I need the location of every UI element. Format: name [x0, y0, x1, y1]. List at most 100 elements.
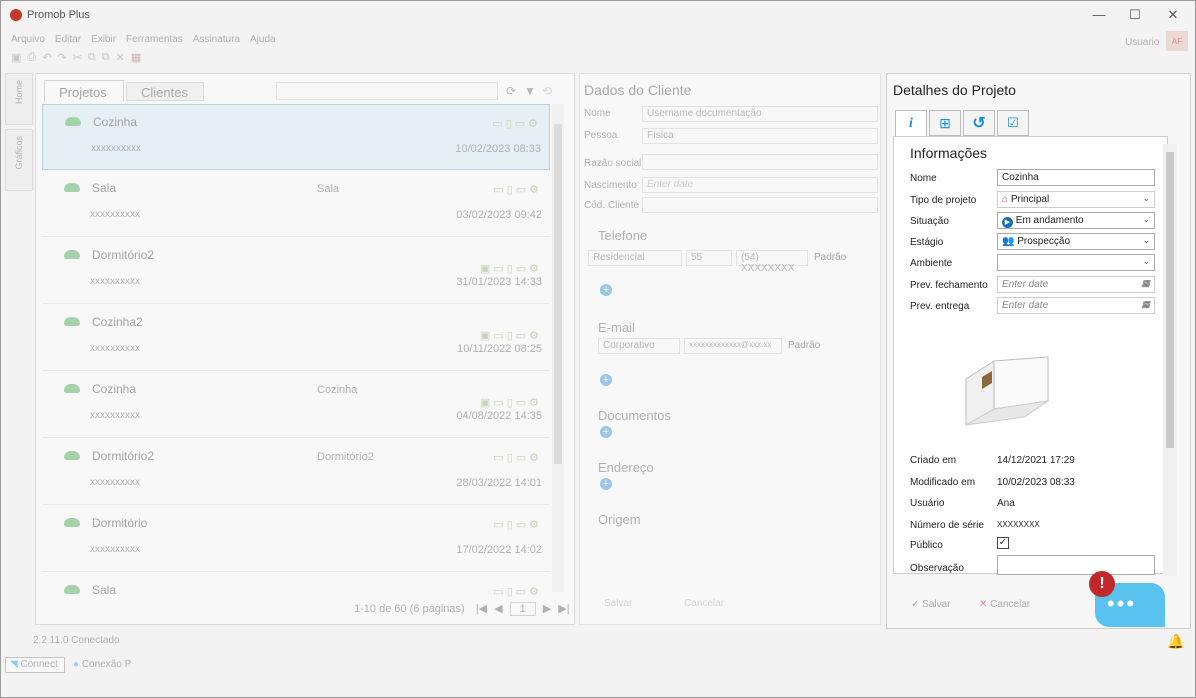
details-scrollbar[interactable]	[1163, 144, 1177, 576]
observacao-field[interactable]	[997, 555, 1155, 575]
next-page-icon[interactable]: ▶	[543, 603, 551, 615]
refresh-icon[interactable]: ⟳	[506, 84, 516, 98]
copy-icon[interactable]: ⧉	[88, 51, 96, 67]
telefone-num[interactable]: (54) XXXXXXXX	[736, 250, 808, 274]
tab-info[interactable]: i	[895, 110, 927, 138]
client-cancel-button[interactable]: Cancelar	[684, 598, 724, 609]
tab-clientes[interactable]: Clientes	[126, 82, 204, 101]
menu-editar[interactable]: Editar	[55, 34, 81, 48]
details-cancel-button[interactable]: ✕ Cancelar	[979, 599, 1030, 610]
situacao-select[interactable]: ▶ Em andamento ⌄	[997, 212, 1155, 229]
cut-icon[interactable]: ✂	[73, 51, 82, 67]
telefone-ddd[interactable]: 55	[686, 250, 732, 266]
table-row[interactable]: Cozinha2 ▣▭▯▭⚙ xxxxxxxxxx 10/11/2022 08:…	[42, 305, 550, 371]
email-tipo[interactable]: Corporativo	[598, 338, 680, 354]
tab-projetos[interactable]: Projetos	[44, 80, 124, 102]
table-row[interactable]: Sala ▭▯▭⚙	[42, 573, 550, 599]
serie-value: XXXXXXXX	[997, 520, 1040, 529]
details-save-button[interactable]: ✓ Salvar	[911, 599, 951, 610]
row-actions[interactable]: ▣▭▯▭⚙	[480, 396, 542, 409]
prev-entrega-field[interactable]: Enter date ▦	[997, 297, 1155, 314]
row-actions[interactable]: ▣▭▯▭⚙	[480, 262, 542, 275]
avatar[interactable]: AF	[1166, 31, 1188, 51]
first-page-icon[interactable]: |◀	[476, 603, 487, 615]
tab-structure[interactable]: ⊞	[929, 110, 961, 136]
alert-icon[interactable]: !	[1089, 571, 1115, 597]
sync-icon[interactable]: ⟲	[542, 84, 552, 98]
cod-field[interactable]	[642, 197, 878, 213]
paste-icon[interactable]: ⧉	[102, 51, 110, 67]
nome-label: Nome	[910, 173, 937, 184]
email-field[interactable]: xxxxxxxxxxxxx@xxx.xx	[684, 338, 782, 354]
dots-icon: •••	[1107, 591, 1137, 616]
table-row[interactable]: Dormitório2 Dormitório2 ▭▯▭⚙ xxxxxxxxxx …	[42, 439, 550, 505]
menu-bar: Arquivo Editar Exibir Ferramentas Assina…	[11, 34, 276, 48]
tipo-select[interactable]: ⌂ Principal ⌄	[997, 191, 1155, 208]
palette-icon[interactable]: ▦	[131, 51, 141, 67]
usuario-label: Usuário	[910, 498, 945, 509]
ambiente-select[interactable]: ⌄	[997, 254, 1155, 271]
minimize-button[interactable]: —	[1089, 7, 1109, 22]
undo-icon[interactable]: ↶	[42, 51, 51, 67]
row-actions[interactable]: ▭▯▭⚙	[493, 585, 542, 598]
nascimento-field[interactable]: Enter date	[642, 177, 878, 193]
save-icon[interactable]: ▣	[11, 51, 21, 67]
filter-icon[interactable]: ▼	[524, 84, 536, 98]
prev-page-icon[interactable]: ◀	[494, 603, 502, 615]
calendar-icon[interactable]: ▦	[1141, 299, 1150, 310]
endereco-section: Endereço	[598, 460, 654, 475]
table-row[interactable]: Dormitório2 ▣▭▯▭⚙ xxxxxxxxxx 31/01/2023 …	[42, 238, 550, 304]
add-telefone-icon[interactable]: +	[600, 284, 612, 296]
row-actions[interactable]: ▭▯▭⚙	[493, 451, 542, 464]
menu-ajuda[interactable]: Ajuda	[250, 34, 276, 48]
project-name-field[interactable]: Cozinha	[997, 169, 1155, 186]
add-documento-icon[interactable]: +	[600, 426, 612, 438]
close-button[interactable]: ✕	[1163, 7, 1183, 23]
projects-scrollbar[interactable]	[552, 104, 564, 592]
prev-fechamento-field[interactable]: Enter date ▦	[997, 276, 1155, 293]
connect-button[interactable]: ◥ Connect	[5, 657, 65, 673]
publico-checkbox[interactable]: ✓	[997, 537, 1009, 549]
add-endereco-icon[interactable]: +	[600, 478, 612, 490]
menu-assinatura[interactable]: Assinatura	[193, 34, 240, 48]
print-icon[interactable]: ⎙	[27, 51, 36, 67]
row-actions[interactable]: ▭▯▭⚙	[493, 518, 542, 531]
page-input[interactable]: 1	[509, 602, 536, 616]
bell-icon[interactable]: 🔔	[1167, 633, 1184, 650]
table-row[interactable]: Sala Sala ▭▯▭⚙ xxxxxxxxxx 03/02/2023 09:…	[42, 171, 550, 237]
last-page-icon[interactable]: ▶|	[558, 603, 569, 615]
project-details-panel: Detalhes do Projeto i ⊞ ↺ ☑ Informações …	[886, 73, 1191, 629]
client-save-button[interactable]: Salvar	[604, 598, 632, 609]
menu-arquivo[interactable]: Arquivo	[11, 34, 45, 48]
row-actions[interactable]: ▭▯▭⚙	[492, 117, 541, 130]
side-tab-home[interactable]: Home	[5, 73, 33, 125]
delete-icon[interactable]: ✕	[116, 51, 125, 67]
pessoa-select[interactable]: Física	[642, 128, 878, 144]
maximize-button[interactable]: ☐	[1125, 7, 1145, 23]
table-row[interactable]: Cozinha Cozinha ▣▭▯▭⚙ xxxxxxxxxx 04/08/2…	[42, 372, 550, 438]
menu-ferramentas[interactable]: Ferramentas	[126, 34, 183, 48]
redo-icon[interactable]: ↷	[57, 51, 66, 67]
client-name-field[interactable]: Username documentação	[642, 106, 878, 122]
estagio-select[interactable]: 👥 Prospecção ⌄	[997, 233, 1155, 250]
modificado-value: 10/02/2023 08:33	[997, 477, 1075, 488]
project-user: xxxxxxxxxx	[90, 477, 140, 488]
project-name: Cozinha2	[92, 315, 143, 329]
telefone-tipo[interactable]: Residencial	[588, 250, 682, 266]
row-actions[interactable]: ▣▭▯▭⚙	[480, 329, 542, 342]
add-email-icon[interactable]: +	[600, 374, 612, 386]
menu-exibir[interactable]: Exibir	[91, 34, 116, 48]
tab-history[interactable]: ↺	[963, 110, 995, 136]
cloud-icon	[64, 250, 80, 259]
search-input[interactable]	[276, 82, 498, 100]
table-row[interactable]: Dormitório ▭▯▭⚙ xxxxxxxxxx 17/02/2022 14…	[42, 506, 550, 572]
table-row[interactable]: Cozinha ▭▯▭⚙ xxxxxxxxxx 10/02/2023 08:33	[42, 104, 550, 170]
calendar-icon[interactable]: ▦	[1141, 278, 1150, 289]
razao-field[interactable]	[642, 154, 878, 170]
check-icon: ✓	[911, 599, 920, 610]
side-tab-graficos[interactable]: Gráficos	[5, 129, 33, 191]
tab-checklist[interactable]: ☑	[997, 110, 1029, 136]
row-actions[interactable]: ▭▯▭⚙	[493, 183, 542, 196]
conexao-status: ● Conexão P	[73, 659, 132, 670]
version-status: 2.2.11.0 Conectado	[33, 635, 120, 646]
